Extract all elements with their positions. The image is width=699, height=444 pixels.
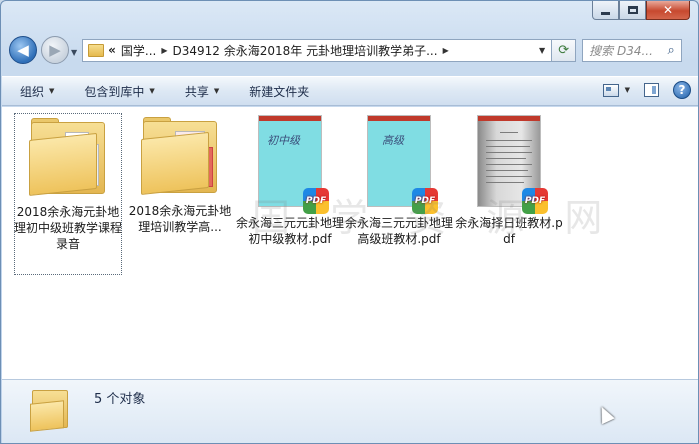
file-item-pdf[interactable]: PDF 余永海择日班教材.pdf bbox=[455, 113, 563, 275]
organize-label: 组织 bbox=[20, 84, 45, 99]
chevron-down-icon: ▼ bbox=[213, 87, 220, 95]
pdf-icon: PDF bbox=[303, 188, 329, 214]
new-folder-button[interactable]: 新建文件夹 bbox=[249, 83, 309, 100]
caption-buttons: ✕ bbox=[592, 1, 690, 20]
pdf-thumbnail: PDF bbox=[477, 115, 548, 214]
minimize-icon bbox=[601, 11, 610, 15]
close-icon: ✕ bbox=[662, 3, 674, 17]
file-item-pdf[interactable]: 高级 PDF 余永海三元元卦地理高级班教材.pdf bbox=[345, 113, 453, 275]
view-options-dropdown-icon[interactable]: ▼ bbox=[625, 86, 630, 94]
organize-menu[interactable]: 组织 ▼ bbox=[20, 83, 54, 100]
pdf-thumbnail: 初中级 PDF bbox=[258, 115, 329, 214]
minimize-button[interactable] bbox=[592, 1, 619, 20]
item-count: 5 个对象 bbox=[94, 392, 146, 407]
recent-pages-dropdown-icon[interactable]: ▼ bbox=[71, 48, 77, 57]
folder-icon bbox=[30, 386, 70, 432]
share-label: 共享 bbox=[184, 84, 209, 99]
details-pane: 5 个对象 bbox=[2, 379, 698, 443]
help-glyph: ? bbox=[678, 83, 686, 97]
file-item-pdf[interactable]: 初中级 PDF 余永海三元元卦地理初中级教材.pdf bbox=[236, 113, 344, 275]
navigation-bar: ◀ ▶ ▼ « 国学... ▶ D34912 余永海2018年 元卦地理培训教学… bbox=[9, 34, 692, 66]
close-button[interactable]: ✕ bbox=[646, 1, 690, 20]
file-name: 余永海三元元卦地理初中级教材.pdf bbox=[236, 216, 345, 246]
chevron-down-icon: ▼ bbox=[49, 87, 55, 95]
thumbnail-handwriting: 初中级 bbox=[267, 134, 300, 147]
maximize-button[interactable] bbox=[619, 1, 646, 20]
pdf-thumbnail: 高级 PDF bbox=[367, 115, 438, 214]
include-in-library-menu[interactable]: 包含到库中 ▼ bbox=[84, 83, 154, 100]
refresh-icon: ⟳ bbox=[558, 42, 570, 58]
maximize-icon bbox=[627, 6, 638, 14]
pdf-icon: PDF bbox=[412, 188, 438, 214]
view-controls: ▼ ? bbox=[602, 81, 691, 99]
forward-button[interactable]: ▶ bbox=[41, 36, 69, 64]
address-overflow-button[interactable]: « bbox=[108, 43, 116, 57]
address-dropdown-icon[interactable]: ▼ bbox=[539, 46, 545, 55]
preview-pane-icon[interactable] bbox=[644, 83, 659, 97]
breadcrumb-item[interactable]: D34912 余永海2018年 元卦地理培训教学弟子... bbox=[173, 42, 438, 59]
folder-icon bbox=[141, 117, 219, 195]
file-name: 余永海择日班教材.pdf bbox=[455, 216, 563, 246]
refresh-button[interactable]: ⟳ bbox=[552, 38, 577, 62]
breadcrumb-chevron-icon[interactable]: ▶ bbox=[443, 46, 449, 55]
file-item-folder[interactable]: 2018余永海元卦地理培训教学高... bbox=[126, 113, 234, 275]
breadcrumb-chevron-icon[interactable]: ▶ bbox=[161, 46, 167, 55]
chevron-down-icon: ▼ bbox=[149, 87, 155, 95]
search-box[interactable]: 搜索 D34... ⌕ bbox=[582, 38, 683, 62]
back-button[interactable]: ◀ bbox=[9, 36, 37, 64]
file-name: 余永海三元元卦地理高级班教材.pdf bbox=[345, 216, 454, 246]
new-folder-label: 新建文件夹 bbox=[249, 84, 310, 99]
mouse-cursor-icon bbox=[595, 403, 615, 425]
change-view-icon[interactable] bbox=[602, 83, 619, 97]
forward-arrow-icon: ▶ bbox=[49, 41, 61, 59]
help-icon[interactable]: ? bbox=[673, 81, 691, 99]
folder-icon bbox=[29, 118, 107, 196]
file-item-folder[interactable]: 2018余永海元卦地理初中级班教学课程录音 bbox=[14, 113, 122, 275]
file-name: 2018余永海元卦地理培训教学高... bbox=[128, 204, 232, 234]
thumbnail-handwriting: 高级 bbox=[382, 134, 404, 147]
search-input[interactable]: 搜索 D34... bbox=[589, 42, 661, 59]
file-name: 2018余永海元卦地理初中级班教学课程录音 bbox=[14, 205, 123, 251]
search-icon[interactable]: ⌕ bbox=[661, 43, 681, 58]
folder-icon bbox=[88, 43, 105, 57]
pdf-icon: PDF bbox=[522, 188, 548, 214]
breadcrumb-item[interactable]: 国学... bbox=[121, 42, 156, 59]
explorer-window: ✕ ◀ ▶ ▼ « 国学... ▶ D34912 余永海2018年 元卦地理培训… bbox=[0, 0, 699, 444]
file-list[interactable]: 2018余永海元卦地理初中级班教学课程录音 2018余永海元卦地理培训教学高..… bbox=[2, 107, 698, 379]
address-bar[interactable]: « 国学... ▶ D34912 余永海2018年 元卦地理培训教学弟子... … bbox=[82, 38, 553, 62]
command-bar: 组织 ▼ 包含到库中 ▼ 共享 ▼ 新建文件夹 ▼ ? bbox=[2, 76, 698, 106]
include-in-library-label: 包含到库中 bbox=[84, 84, 145, 99]
back-arrow-icon: ◀ bbox=[17, 41, 29, 59]
share-menu[interactable]: 共享 ▼ bbox=[185, 83, 219, 100]
